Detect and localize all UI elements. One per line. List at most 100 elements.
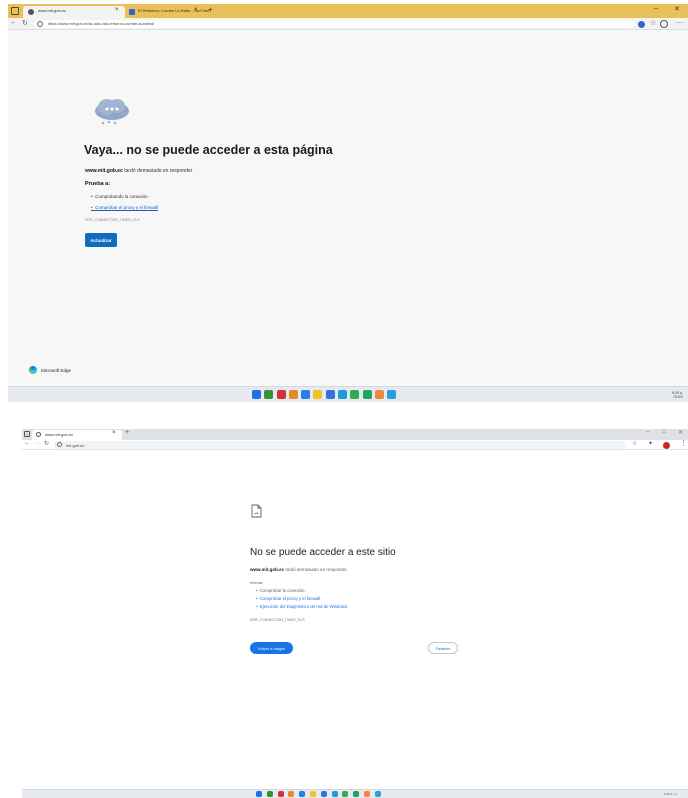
search-icon[interactable]: [264, 390, 274, 399]
store-icon[interactable]: [320, 791, 327, 797]
app-red-icon[interactable]: [276, 390, 286, 399]
close-tab-icon[interactable]: ×: [115, 7, 119, 13]
minimize-icon[interactable]: –: [646, 429, 649, 435]
app-lightblue-icon[interactable]: [387, 390, 397, 399]
reload-icon[interactable]: ↻: [22, 19, 28, 27]
back-icon[interactable]: ←: [10, 19, 17, 26]
error-title: Vaya... no se puede acceder a esta págin…: [84, 143, 333, 157]
reload-icon[interactable]: ↻: [44, 440, 49, 447]
reload-button[interactable]: Volver a cargar: [250, 642, 293, 654]
back-icon[interactable]: ←: [24, 440, 30, 446]
tab-icon: [129, 9, 135, 15]
suggestion-text: Comprobar la conexión.: [259, 588, 306, 593]
address-url: https://www.mit.gob.ec/la-ruta-vial-refu…: [48, 21, 155, 26]
brand-label: Microsoft Edge: [41, 367, 72, 373]
edge-tab-inactive[interactable]: El Refuerzo: Cumbe La Raba - YouTube ×: [126, 6, 210, 18]
bookmark-star-icon[interactable]: ☆: [632, 440, 637, 447]
app-lightblue-icon[interactable]: [374, 791, 381, 797]
screenshot-collage: www.mit.gob.ec × El Refuerzo: Cumbe La R…: [0, 0, 688, 798]
close-window-icon[interactable]: ✕: [674, 5, 680, 13]
favorites-icon[interactable]: ☆: [650, 19, 656, 27]
profile-avatar-icon[interactable]: [663, 442, 670, 449]
taskbar-clock[interactable]: 9:29 a. 7/10/2: [672, 391, 683, 399]
suggestion-link-text[interactable]: Ejecución del Diagnóstico de red de Wind…: [260, 604, 348, 609]
suggestion-link-text[interactable]: Comprobar el proxy y el firewall.: [260, 596, 321, 601]
new-tab-button[interactable]: +: [208, 5, 213, 14]
address-bar[interactable]: mit.gob.ec: [54, 441, 626, 449]
chrome-tab-strip: ⌄ www.mit.gob.ec × + – □ ✕: [22, 429, 688, 440]
tab-actions-icon[interactable]: [11, 7, 19, 15]
maximize-icon[interactable]: □: [662, 429, 666, 435]
close-tab-icon[interactable]: ×: [112, 430, 116, 436]
address-url: mit.gob.ec: [66, 442, 85, 448]
windows-start-icon[interactable]: [256, 791, 262, 797]
error-code: ERR_CONNECTION_TIMED_OUT: [85, 218, 141, 222]
close-window-icon[interactable]: ✕: [678, 429, 683, 436]
error-host: www.mit.gob.ec: [250, 567, 285, 572]
search-icon[interactable]: [266, 791, 273, 797]
edge-title-bar: www.mit.gob.ec × El Refuerzo: Cumbe La R…: [8, 4, 688, 18]
close-tab-icon[interactable]: ×: [194, 7, 198, 13]
more-menu-icon[interactable]: ⋮: [680, 439, 687, 447]
app-green-icon[interactable]: [353, 791, 360, 797]
refresh-button[interactable]: Actualizar: [85, 233, 117, 247]
error-message: www.mit.gob.ec tardó demasiado en respon…: [85, 168, 192, 174]
forward-icon[interactable]: →: [34, 440, 40, 446]
chrome-icon[interactable]: [342, 791, 349, 797]
globe-icon: [28, 9, 34, 15]
suggestion-text: Comprobando la conexión: [95, 194, 148, 199]
clock-date: 7/10/2: [672, 395, 683, 399]
suggestion-item: • Comprobar la conexión.: [256, 588, 306, 593]
tab-title: www.mit.gob.ec: [38, 8, 67, 13]
info-icon[interactable]: [57, 442, 62, 447]
cloud-error-icon: [95, 99, 129, 125]
app-orange-icon[interactable]: [363, 791, 370, 797]
app-pin-icon[interactable]: [288, 791, 295, 797]
suggestion-link[interactable]: • Comprobar el proxy y el firewall.: [256, 596, 321, 601]
tab-title: El Refuerzo: Cumbe La Raba - YouTube: [138, 8, 210, 13]
windows-start-icon[interactable]: [252, 390, 261, 399]
error-message: www.mit.gob.ec tardó demasiado en respon…: [250, 567, 348, 572]
suggestion-link[interactable]: • Ejecución del Diagnóstico de red de Wi…: [256, 604, 348, 609]
file-explorer-icon[interactable]: [309, 791, 316, 797]
chrome-icon[interactable]: [350, 390, 360, 399]
taskbar-icons: [252, 390, 400, 400]
tab-title: www.mit.gob.ec: [45, 432, 74, 437]
store-icon[interactable]: [325, 390, 335, 399]
edge-icon[interactable]: [331, 791, 338, 797]
app-blue-icon[interactable]: [301, 390, 311, 399]
minimize-icon[interactable]: –: [654, 5, 658, 12]
tab-search-icon[interactable]: ⌄: [24, 431, 30, 437]
taskbar: 9:29 a. m.: [22, 789, 688, 798]
error-title: No se puede acceder a este sitio: [250, 547, 396, 558]
taskbar-clock[interactable]: 9:29 a. m.: [664, 792, 677, 796]
app-red-icon[interactable]: [277, 791, 284, 797]
profile-icon[interactable]: [660, 20, 668, 28]
edge-icon[interactable]: [338, 390, 348, 399]
sad-document-icon: [251, 504, 262, 518]
suggestion-link[interactable]: • Comprobar el proxy y el firewall: [91, 205, 158, 210]
app-orange-icon[interactable]: [374, 390, 384, 399]
address-bar[interactable]: i https://www.mit.gob.ec/la-ruta-vial-re…: [34, 20, 634, 28]
edge-toolbar: ← ↻ i https://www.mit.gob.ec/la-ruta-via…: [8, 18, 688, 30]
app-blue-icon[interactable]: [299, 791, 306, 797]
new-tab-button[interactable]: +: [125, 429, 129, 436]
edge-logo-icon: [29, 366, 37, 374]
extension-icon[interactable]: [638, 21, 645, 28]
details-button[interactable]: Detalles: [428, 642, 458, 654]
taskbar: 9:29 a. 7/10/2: [8, 386, 688, 402]
app-pin-icon[interactable]: [288, 390, 298, 399]
info-icon[interactable]: i: [37, 21, 43, 27]
suggestion-link-text[interactable]: Comprobar el proxy y el firewall: [95, 205, 158, 210]
error-message-text: tardó demasiado en responder.: [284, 567, 348, 572]
taskbar-icons: [256, 791, 386, 798]
chrome-tab-active[interactable]: www.mit.gob.ec ×: [32, 430, 122, 440]
file-explorer-icon[interactable]: [313, 390, 323, 399]
try-label: Prueba a:: [85, 181, 111, 187]
app-green-icon[interactable]: [362, 390, 372, 399]
extensions-icon[interactable]: ✦: [648, 440, 653, 447]
chrome-toolbar: ← → ↻ mit.gob.ec ☆ ✦ ⋮: [22, 440, 688, 450]
edge-tab-active[interactable]: www.mit.gob.ec ×: [23, 6, 125, 18]
more-menu-icon[interactable]: ···: [675, 18, 683, 27]
error-code: ERR_CONNECTION_TIMED_OUT: [250, 618, 306, 622]
